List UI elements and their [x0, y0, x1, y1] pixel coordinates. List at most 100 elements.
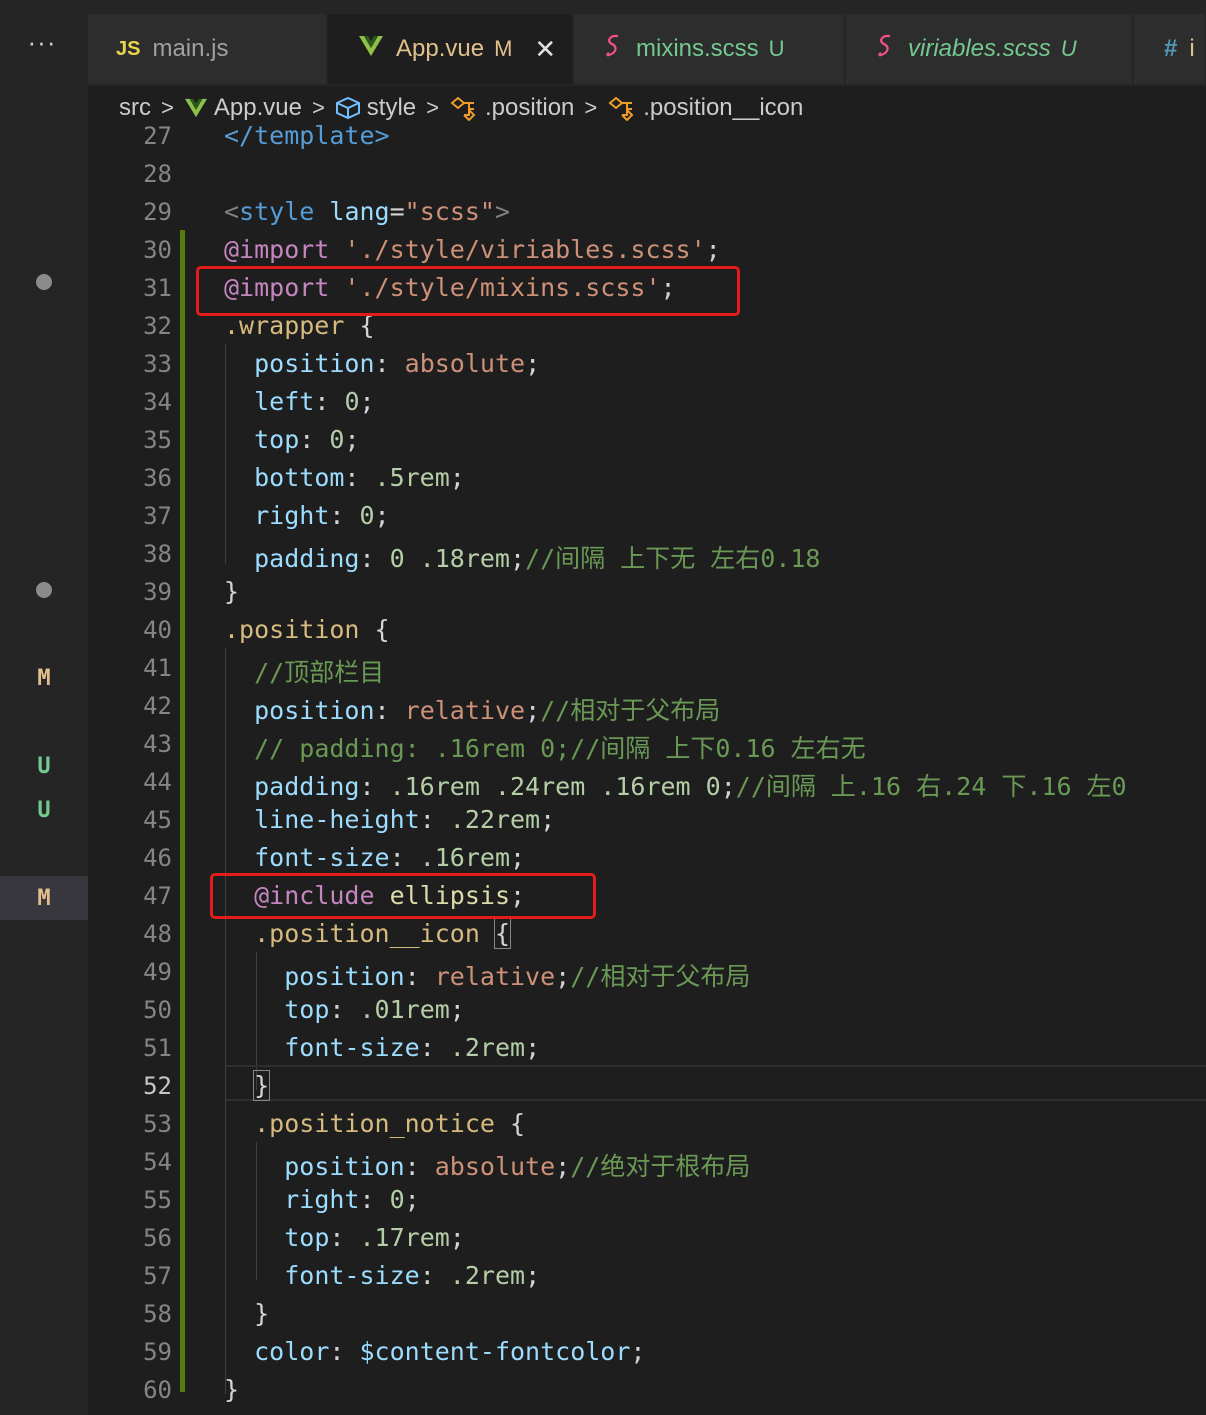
scss-file-icon [876, 33, 896, 66]
tab-app-vue[interactable]: App.vue M ✕ [328, 14, 573, 84]
line-number: 60 [143, 1376, 172, 1404]
tab-mixins-scss[interactable]: mixins.scss U [574, 14, 845, 84]
selector: .position__icon [254, 919, 480, 948]
line-number: 56 [143, 1224, 172, 1252]
comment: //相对于父布局 [570, 962, 751, 991]
property: padding [254, 772, 360, 801]
code-line: 41 //顶部栏目 [88, 649, 1206, 687]
property: font-size [284, 1261, 420, 1290]
code-text: //顶部栏目 [224, 653, 384, 689]
code-line: 36 bottom: .5rem; [88, 459, 1206, 497]
value: 0 [329, 425, 345, 454]
code-line: 58 } [88, 1295, 1206, 1333]
keyword: @import [224, 235, 330, 264]
code-text: font-size: .2rem; [284, 1261, 541, 1290]
property: left [254, 387, 315, 416]
line-number: 59 [143, 1338, 172, 1366]
close-icon[interactable]: ✕ [534, 34, 556, 65]
code-line: 33 position: absolute; [88, 345, 1206, 383]
code-line: 59 color: $content-fontcolor; [88, 1333, 1206, 1371]
code-line: 53 .position_notice { [88, 1105, 1206, 1143]
property: font-size [254, 843, 390, 872]
line-number: 57 [143, 1262, 172, 1290]
attr-eq: = [389, 197, 405, 226]
left-gutter: ··· M U U M [0, 0, 88, 1415]
line-number: 54 [143, 1148, 172, 1176]
value: .2rem [449, 1261, 526, 1290]
code-text: font-size: .2rem; [284, 1033, 541, 1062]
vue-file-icon [358, 34, 384, 65]
line-number: 48 [143, 920, 172, 948]
code-text: .position_notice { [254, 1109, 526, 1138]
value: 0 [389, 1185, 405, 1214]
code-text: @import './style/viriables.scss'; [224, 235, 721, 264]
modified-dot-icon [36, 274, 52, 290]
code-line: 48 .position__icon { [88, 915, 1206, 953]
code-text: } [224, 1299, 270, 1328]
code-line: 30 @import './style/viriables.scss'; [88, 231, 1206, 269]
line-number: 38 [143, 540, 172, 568]
line-number: 28 [143, 160, 172, 188]
tab-badge-untracked: U [768, 36, 785, 61]
tab-main-js[interactable]: JS main.js [88, 14, 327, 84]
tab-viriables-scss[interactable]: viriables.scss U [846, 14, 1133, 84]
line-number: 34 [143, 388, 172, 416]
selector: .position_notice [254, 1109, 495, 1138]
line-number: 53 [143, 1110, 172, 1138]
code-text: } [224, 1375, 240, 1404]
property: top [284, 995, 330, 1024]
code-text: color: $content-fontcolor; [254, 1337, 646, 1366]
css-file-icon: # [1164, 35, 1178, 62]
line-number: 29 [143, 198, 172, 226]
comment: //相对于父布局 [540, 696, 721, 725]
tab-css-file[interactable]: # i [1134, 14, 1206, 84]
string: './style/viriables.scss' [344, 235, 706, 264]
value: 0 .18rem [389, 544, 510, 573]
line-number: 27 [143, 122, 172, 150]
comment: //绝对于根布局 [570, 1152, 751, 1181]
code-line: 28 [88, 155, 1206, 193]
value: .22rem [449, 805, 541, 834]
value: absolute [434, 1152, 556, 1181]
property: position [254, 696, 375, 725]
code-line: 35 top: 0; [88, 421, 1206, 459]
property: position [284, 1152, 405, 1181]
property: top [254, 425, 300, 454]
code-editor[interactable]: 27 </template> 28 29 <style lang="scss">… [88, 121, 1206, 1415]
code-line: 45 line-height: .22rem; [88, 801, 1206, 839]
more-actions-button[interactable]: ··· [0, 14, 84, 70]
modified-dot-icon [36, 582, 52, 598]
selector: .position [224, 615, 360, 644]
line-number: 36 [143, 464, 172, 492]
variable: $content-fontcolor [359, 1337, 631, 1366]
line-number: 50 [143, 996, 172, 1024]
code-line: 34 left: 0; [88, 383, 1206, 421]
line-number: 39 [143, 578, 172, 606]
code-text: position: relative;//相对于父布局 [254, 696, 721, 725]
code-text: <style lang="scss"> [224, 197, 511, 226]
code-line: 27 </template> [88, 117, 1206, 155]
line-number: 58 [143, 1300, 172, 1328]
line-number: 35 [143, 426, 172, 454]
property: right [284, 1185, 360, 1214]
code-line: 39 } [88, 573, 1206, 611]
code-text: font-size: .16rem; [254, 843, 526, 872]
property: font-size [284, 1033, 420, 1062]
code-line: 50 top: .01rem; [88, 991, 1206, 1029]
code-text: </template> [224, 121, 390, 150]
property: top [284, 1223, 330, 1252]
code-line: 55 right: 0; [88, 1181, 1206, 1219]
tab-label: main.js [152, 35, 229, 62]
code-line: 44 padding: .16rem .24rem .16rem 0;//间隔 … [88, 763, 1206, 801]
code-line: 49 position: relative;//相对于父布局 [88, 953, 1206, 991]
tab-badge-untracked: U [1060, 36, 1077, 61]
line-number: 31 [143, 274, 172, 302]
code-line: 37 right: 0; [88, 497, 1206, 535]
scm-status-modified: M [37, 886, 51, 911]
highlight-box-import [196, 266, 740, 316]
tab-label: i [1189, 35, 1195, 62]
code-line: 29 <style lang="scss"> [88, 193, 1206, 231]
highlight-box-include [210, 873, 596, 919]
attr-name: lang [329, 197, 390, 226]
comment: //间隔 上下无 左右0.18 [525, 544, 821, 573]
